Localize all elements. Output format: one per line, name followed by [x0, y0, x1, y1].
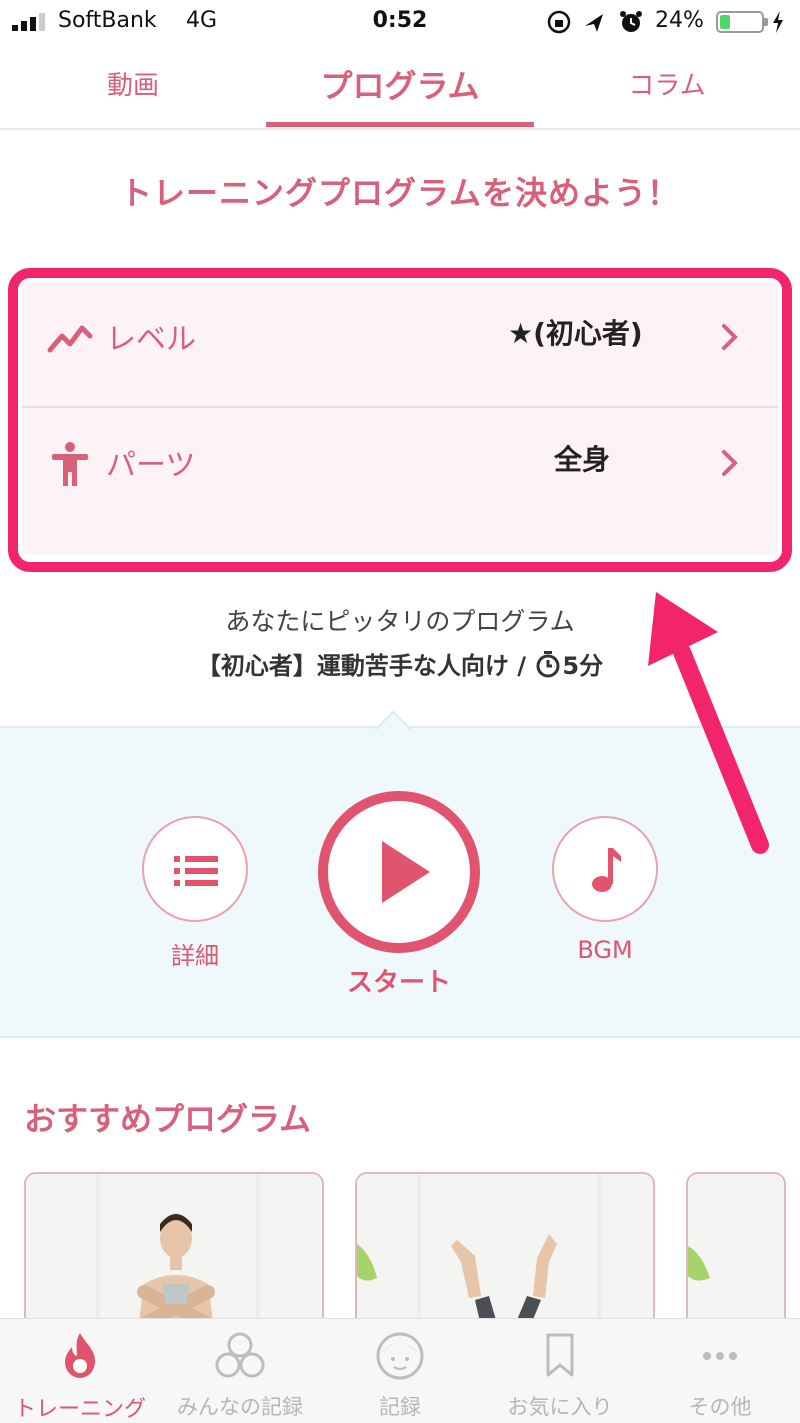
program-thumbnail: [26, 1174, 322, 1340]
nav-more[interactable]: その他: [640, 1319, 800, 1423]
lock-rotation-icon: [547, 10, 571, 34]
tab-video[interactable]: 動画: [0, 44, 266, 128]
page-headline: トレーニングプログラムを決めよう！: [119, 174, 681, 212]
nav-favorites[interactable]: お気に入り: [480, 1319, 640, 1423]
nav-label: お気に入り: [507, 1395, 613, 1419]
play-icon: [382, 841, 430, 903]
nav-label: その他: [688, 1395, 752, 1419]
music-note-icon: [592, 848, 621, 892]
flame-icon: [65, 1333, 95, 1378]
tab-program[interactable]: プログラム: [266, 44, 534, 128]
battery-percent: 24%: [655, 8, 704, 33]
alarm-icon: [620, 11, 642, 32]
program-duration: 5分: [562, 652, 604, 680]
status-bar: SoftBank 4G 0:52 24%: [0, 0, 800, 44]
annotation-arrow: [648, 592, 769, 854]
list-icon: [174, 856, 218, 886]
nav-records[interactable]: 記録: [320, 1319, 480, 1423]
status-icons: [547, 10, 642, 34]
people-icon: [215, 1332, 265, 1378]
detail-label: 詳細: [171, 942, 219, 970]
bottom-nav: トレーニング みんなの記録 記録 お気に入り その他: [0, 1318, 800, 1423]
battery-fill: [720, 15, 730, 29]
more-icon: [703, 1352, 737, 1360]
active-tab-indicator: [266, 122, 534, 127]
detail-button[interactable]: [142, 816, 248, 922]
recommend-title: おすすめプログラム: [24, 1100, 312, 1138]
program-description: 【初心者】運動苦手な人向け /: [196, 652, 535, 680]
nav-label: みんなの記録: [177, 1395, 303, 1419]
recommend-card[interactable]: [686, 1172, 786, 1342]
battery-icon: [716, 11, 768, 33]
charging-icon: [773, 11, 783, 33]
nav-label: 記録: [379, 1395, 421, 1419]
program-thumbnail: [688, 1174, 784, 1340]
recommend-card[interactable]: [355, 1172, 655, 1342]
bgm-label: BGM: [577, 936, 633, 964]
program-thumbnail: [357, 1174, 653, 1340]
start-label: スタート: [346, 968, 451, 998]
timer-icon: [536, 651, 560, 678]
nav-training[interactable]: トレーニング: [0, 1319, 160, 1423]
face-icon: [376, 1332, 424, 1380]
recommend-card[interactable]: [24, 1172, 324, 1342]
bookmark-icon: [546, 1333, 574, 1377]
nav-label: トレーニング: [13, 1397, 146, 1422]
start-button[interactable]: [318, 791, 480, 953]
highlight-frame: [8, 268, 792, 572]
location-icon: [585, 14, 603, 32]
nav-everyone-records[interactable]: みんなの記録: [160, 1319, 320, 1423]
tab-column[interactable]: コラム: [534, 44, 800, 128]
top-tabs: 動画 プログラム コラム: [0, 44, 800, 130]
